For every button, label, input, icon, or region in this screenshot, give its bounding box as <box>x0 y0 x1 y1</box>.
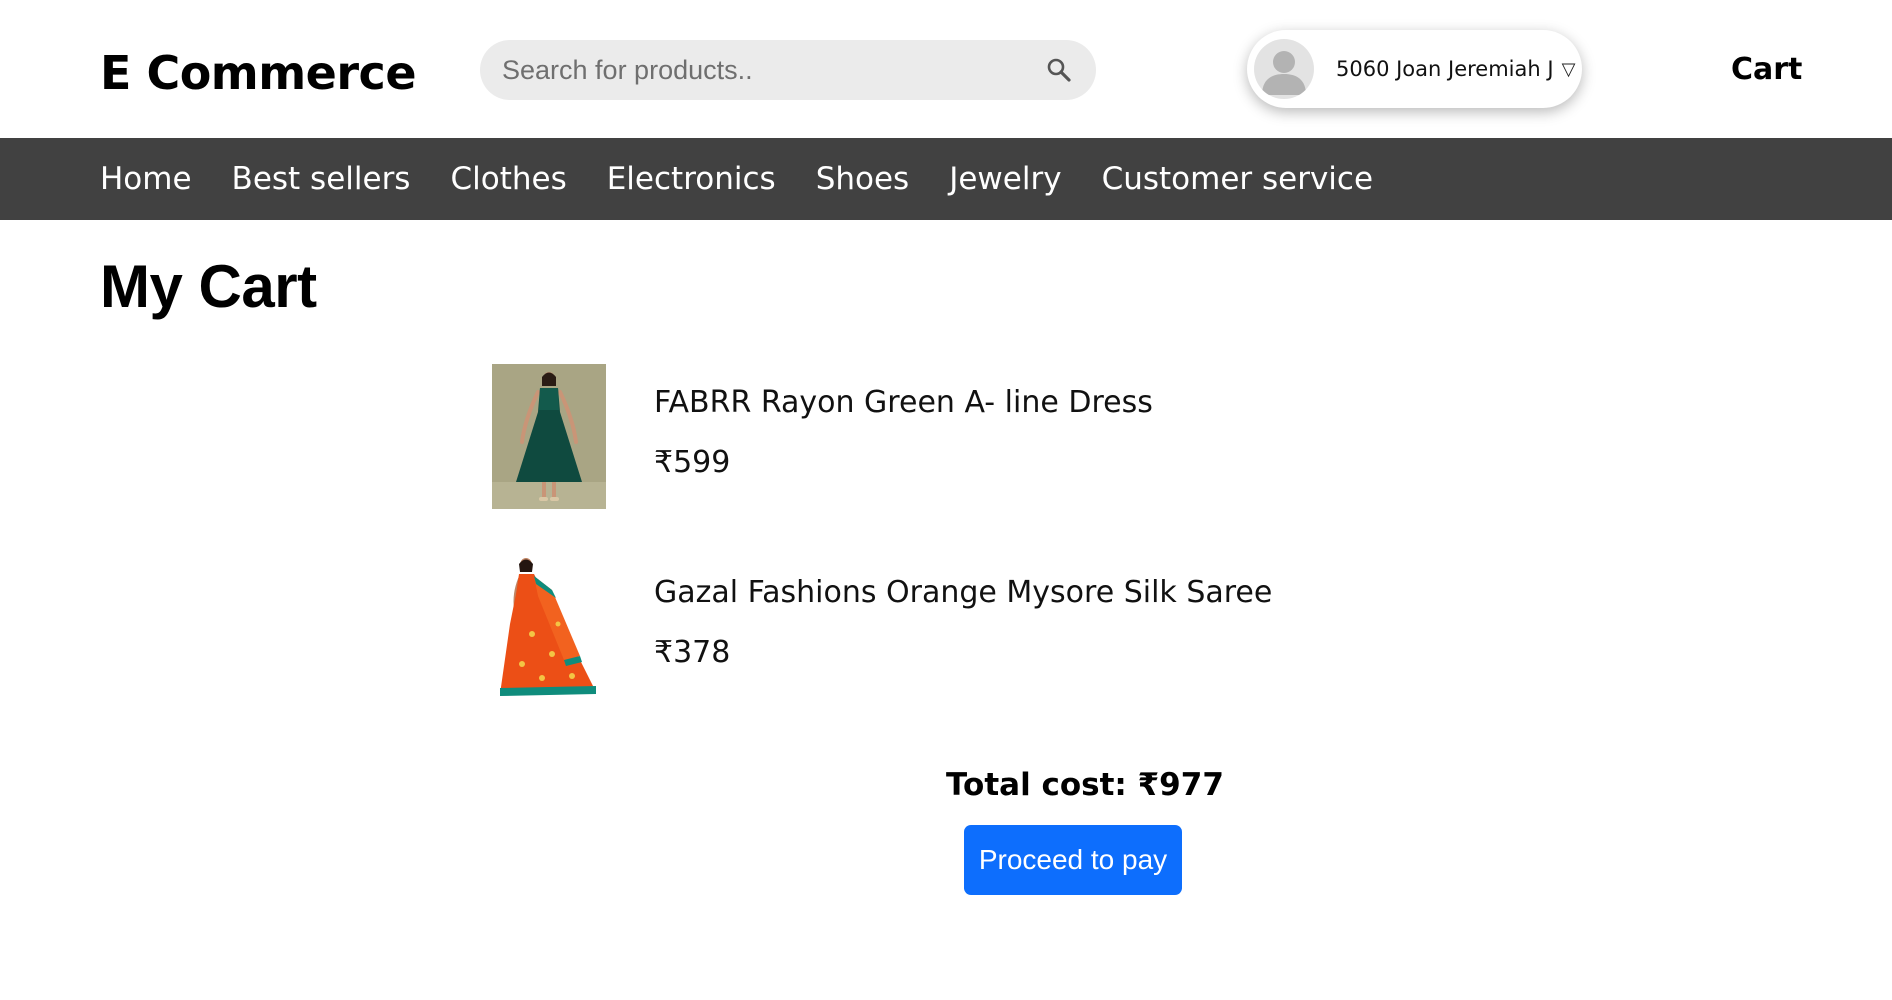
product-price: ₹378 <box>654 635 731 670</box>
cart-link[interactable]: Cart <box>1731 52 1802 88</box>
product-image-green-dress[interactable] <box>492 364 606 509</box>
total-cost: Total cost: ₹977 <box>946 767 1224 803</box>
nav-item-jewelry[interactable]: Jewelry <box>949 161 1061 197</box>
brand-logo[interactable]: E Commerce <box>100 46 417 100</box>
product-image-orange-saree[interactable] <box>492 554 606 699</box>
search-input[interactable] <box>500 53 1044 87</box>
avatar <box>1254 39 1314 99</box>
main-nav: Home Best sellers Clothes Electronics Sh… <box>0 138 1892 220</box>
user-menu-button[interactable]: 5060 Joan Jeremiah J ▽ <box>1247 30 1582 108</box>
nav-item-customer-service[interactable]: Customer service <box>1102 161 1373 197</box>
header: E Commerce 5060 Joan Jeremiah J ▽ Cart <box>0 0 1892 138</box>
user-avatar-icon <box>1262 51 1306 95</box>
product-name[interactable]: Gazal Fashions Orange Mysore Silk Saree <box>654 574 1272 612</box>
search-icon[interactable] <box>1044 55 1074 85</box>
nav-item-clothes[interactable]: Clothes <box>450 161 566 197</box>
nav-item-best-sellers[interactable]: Best sellers <box>232 161 411 197</box>
product-price: ₹599 <box>654 445 731 480</box>
search-bar <box>480 40 1096 100</box>
cart-item: Gazal Fashions Orange Mysore Silk Saree … <box>492 554 1392 699</box>
product-name[interactable]: FABRR Rayon Green A- line Dress <box>654 384 1153 422</box>
nav-item-electronics[interactable]: Electronics <box>607 161 776 197</box>
product-info: Gazal Fashions Orange Mysore Silk Saree … <box>654 554 1272 699</box>
product-info: FABRR Rayon Green A- line Dress ₹599 <box>654 364 1153 509</box>
nav-item-home[interactable]: Home <box>100 161 192 197</box>
cart-list: FABRR Rayon Green A- line Dress ₹599 Gaz… <box>492 364 1392 744</box>
nav-item-shoes[interactable]: Shoes <box>816 161 910 197</box>
proceed-to-pay-button[interactable]: Proceed to pay <box>964 825 1182 895</box>
cart-item: FABRR Rayon Green A- line Dress ₹599 <box>492 364 1392 509</box>
caret-down-icon: ▽ <box>1561 58 1576 79</box>
page-title: My Cart <box>100 253 317 320</box>
user-name: 5060 Joan Jeremiah J <box>1336 57 1554 81</box>
